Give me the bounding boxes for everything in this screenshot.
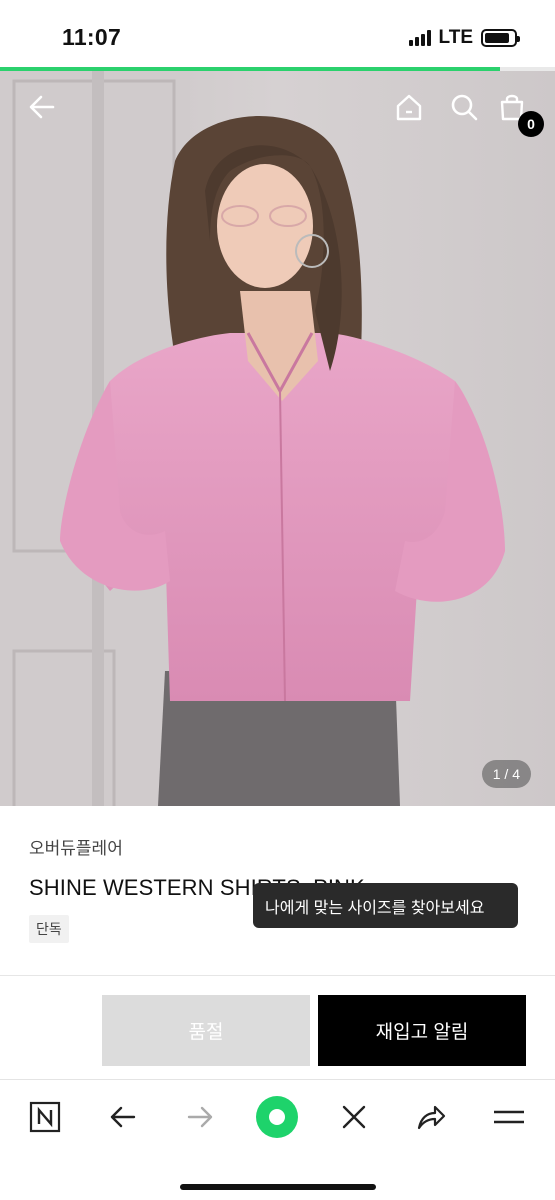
close-icon: [342, 1105, 366, 1129]
browser-back-button[interactable]: [100, 1094, 146, 1140]
restock-alert-button[interactable]: 재입고 알림: [318, 995, 526, 1066]
back-arrow-icon: [29, 95, 55, 119]
forward-icon: [187, 1106, 213, 1128]
divider: [0, 975, 555, 976]
home-indicator: [180, 1184, 376, 1190]
home-button[interactable]: [389, 87, 429, 127]
back-button[interactable]: [22, 87, 62, 127]
menu-icon: [494, 1110, 524, 1124]
signal-icon: [408, 30, 431, 46]
network-label: LTE: [438, 27, 473, 48]
battery-icon: [481, 29, 520, 47]
green-dot-icon: [256, 1096, 298, 1138]
cart-count-badge: 0: [518, 111, 544, 137]
product-image-carousel[interactable]: 0 1 / 4: [0, 71, 555, 806]
search-button[interactable]: [444, 87, 484, 127]
status-indicators: LTE: [408, 27, 520, 49]
browser-toolbar: [0, 1079, 555, 1200]
battery-level: [485, 33, 509, 43]
home-icon: [396, 94, 422, 121]
browser-close-button[interactable]: [331, 1094, 377, 1140]
status-bar: 11:07 LTE: [0, 0, 555, 68]
share-icon: [417, 1105, 446, 1130]
naver-home-button[interactable]: [22, 1094, 68, 1140]
back-icon: [110, 1106, 136, 1128]
brand-name[interactable]: 오버듀플레어: [29, 834, 123, 859]
menu-button[interactable]: [486, 1094, 532, 1140]
size-tooltip[interactable]: 나에게 맞는 사이즈를 찾아보세요: [253, 883, 518, 928]
green-dot-button[interactable]: [253, 1093, 301, 1141]
share-button[interactable]: [408, 1094, 454, 1140]
status-time: 11:07: [62, 24, 122, 50]
product-photo: [0, 71, 555, 806]
image-pager: 1 / 4: [481, 760, 531, 788]
search-icon: [451, 94, 478, 121]
browser-forward-button[interactable]: [177, 1094, 223, 1140]
soldout-button: 품절: [102, 995, 310, 1066]
exclusive-tag: 단독: [29, 915, 69, 943]
naver-icon: [29, 1101, 61, 1133]
cart-button[interactable]: 0: [492, 87, 544, 137]
